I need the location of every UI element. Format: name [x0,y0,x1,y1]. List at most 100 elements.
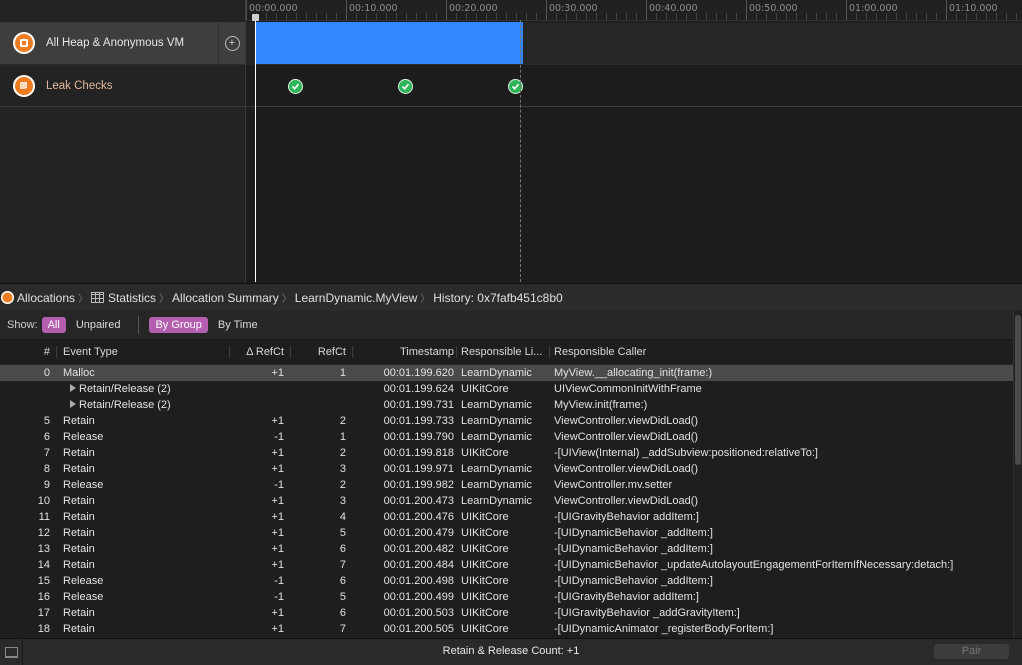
filter-all-button[interactable]: All [41,317,66,333]
time-ruler[interactable]: 00:00.000 00:10.000 00:20.000 00:30.000 00:4… [246,0,1022,21]
table-row[interactable]: 9 Release -1 2 00:01.199.982 LearnDynamic View… [0,477,1014,493]
ruler-minor-tick [906,13,907,20]
allocations-icon [13,32,35,54]
column-divider[interactable] [456,346,457,358]
column-header-timestamp[interactable]: Timestamp [362,346,454,358]
table-group-row[interactable]: Retain/Release (2) 00:01.199.624 UIKitCore… [0,381,1014,397]
column-header-responsible-caller[interactable]: Responsible Caller [554,346,1004,358]
disclosure-triangle-icon[interactable] [70,400,76,409]
cell-timestamp: 00:01.200.499 [383,591,454,603]
crumb-allocations[interactable]: Allocations [0,291,75,305]
cell-responsible-caller: ViewController.mv.setter [554,479,673,491]
column-divider[interactable] [56,346,57,358]
table-row[interactable]: 5 Retain +1 2 00:01.199.733 LearnDynamic ViewC… [0,413,1014,429]
ruler-minor-tick [576,13,577,20]
leak-check-icon[interactable] [288,79,303,94]
ruler-minor-tick [496,13,497,20]
leaks-icon [13,74,35,97]
ruler-tick: 01:00.000 [846,0,898,20]
crumb-statistics[interactable]: Statistics [91,291,156,305]
cell-refct: 2 [339,415,346,427]
ruler-tick: 00:10.000 [346,0,398,20]
filter-bar: Show: All Unpaired By Group By Time [0,311,1022,340]
cell-delta-refct: +1 [271,511,284,523]
ruler-minor-tick [306,13,307,20]
table-row[interactable]: 13 Retain +1 6 00:01.200.482 UIKitCore -[UIDyn… [0,541,1014,557]
ruler-minor-tick [386,13,387,20]
column-header-delta-refct[interactable]: Δ RefCt [230,346,284,358]
column-header-refct[interactable]: RefCt [296,346,346,358]
leak-check-icon[interactable] [398,79,413,94]
cell-row-number: 11 [38,511,50,523]
table-row[interactable]: 18 Retain +1 7 00:01.200.505 UIKitCore -[UIDyn… [0,621,1014,637]
table-row[interactable]: 17 Retain +1 6 00:01.200.503 UIKitCore -[UIGra… [0,605,1014,621]
playhead[interactable] [255,14,256,282]
cell-timestamp: 00:01.200.484 [383,559,454,571]
add-track-button[interactable]: + [218,22,245,64]
table-row[interactable]: 14 Retain +1 7 00:01.200.484 UIKitCore -[UIDyn… [0,557,1014,573]
crumb-class[interactable]: LearnDynamic.MyView [295,291,418,305]
table-row[interactable]: 10 Retain +1 3 00:01.200.473 LearnDynamic View… [0,493,1014,509]
cell-responsible-caller: ViewController.viewDidLoad() [554,463,699,475]
column-header-number[interactable]: # [0,346,50,358]
table-row[interactable]: 11 Retain +1 4 00:01.200.476 UIKitCore -[UIGra… [0,509,1014,525]
ruler-minor-tick [626,13,627,20]
column-divider[interactable] [352,346,353,358]
event-table[interactable]: 0 Malloc +1 1 00:01.199.620 LearnDynamic MyVie… [0,365,1014,637]
cell-delta-refct: +1 [271,607,284,619]
cell-timestamp: 00:01.199.818 [383,447,454,459]
table-row[interactable]: 6 Release -1 1 00:01.199.790 LearnDynamic View… [0,429,1014,445]
ruler-minor-tick [266,13,267,20]
cell-row-number: 8 [43,463,50,475]
track-leak-checks[interactable]: Leak Checks [0,65,245,107]
ruler-minor-tick [426,13,427,20]
cell-event-type: Retain [63,527,95,539]
column-divider[interactable] [549,346,550,358]
crumb-label: Allocation Summary [172,290,279,305]
ruler-minor-tick [276,13,277,20]
crumb-history[interactable]: History: 0x7fafb451c8b0 [433,291,562,305]
by-group-button[interactable]: By Group [149,317,208,333]
cell-delta-refct: +1 [271,367,284,379]
cell-event-type: Retain [63,607,95,619]
table-row[interactable]: 8 Retain +1 3 00:01.199.971 LearnDynamic ViewC… [0,461,1014,477]
column-header-event-type[interactable]: Event Type [63,346,223,358]
column-divider[interactable] [290,346,291,358]
table-row[interactable]: 16 Release -1 5 00:01.200.499 UIKitCore -[UIGr… [0,589,1014,605]
table-row[interactable]: 7 Retain +1 2 00:01.199.818 UIKitCore -[UIView… [0,445,1014,461]
table-row[interactable]: 12 Retain +1 5 00:01.200.479 UIKitCore -[UIDyn… [0,525,1014,541]
cell-timestamp: 00:01.200.505 [383,623,454,635]
cell-event-type: Retain [63,447,95,459]
breadcrumb: Allocations 〉 Statistics 〉 Allocation Su… [0,283,1022,312]
cell-responsible-library: UIKitCore [461,607,509,619]
ruler-minor-tick [636,13,637,20]
cell-timestamp: 00:01.200.482 [383,543,454,555]
crumb-allocation-summary[interactable]: Allocation Summary [172,291,279,305]
allocations-icon [1,291,14,304]
table-row[interactable]: 15 Release -1 6 00:01.200.498 UIKitCore -[UIDy… [0,573,1014,589]
table-row[interactable]: 0 Malloc +1 1 00:01.199.620 LearnDynamic MyVie… [0,365,1014,381]
ruler-minor-tick [1016,13,1017,20]
timeline-graph[interactable]: 00:00.000 00:10.000 00:20.000 00:30.000 00:4… [246,0,1022,282]
cell-delta-refct: +1 [271,527,284,539]
cell-refct: 6 [339,543,346,555]
chevron-right-icon: 〉 [281,294,292,305]
disclosure-triangle-icon[interactable] [70,384,76,393]
show-label: Show: [7,319,38,331]
cell-responsible-library: UIKitCore [461,447,509,459]
cell-timestamp: 00:01.199.620 [383,367,454,379]
ruler-tick: 00:40.000 [646,0,698,20]
filter-unpaired-button[interactable]: Unpaired [70,317,127,333]
scroll-thumb[interactable] [1015,315,1021,465]
ruler-minor-tick [466,13,467,20]
cell-refct: 7 [339,559,346,571]
by-time-button[interactable]: By Time [212,317,264,333]
ruler-minor-tick [476,13,477,20]
cell-refct: 6 [339,607,346,619]
table-group-row[interactable]: Retain/Release (2) 00:01.199.731 LearnDyna… [0,397,1014,413]
track-all-heap[interactable]: All Heap & Anonymous VM + [0,22,245,65]
column-header-responsible-library[interactable]: Responsible Li... [461,346,547,358]
playhead-handle[interactable] [252,14,259,21]
pair-button[interactable]: Pair [934,644,1009,659]
vertical-scrollbar[interactable] [1013,310,1022,640]
